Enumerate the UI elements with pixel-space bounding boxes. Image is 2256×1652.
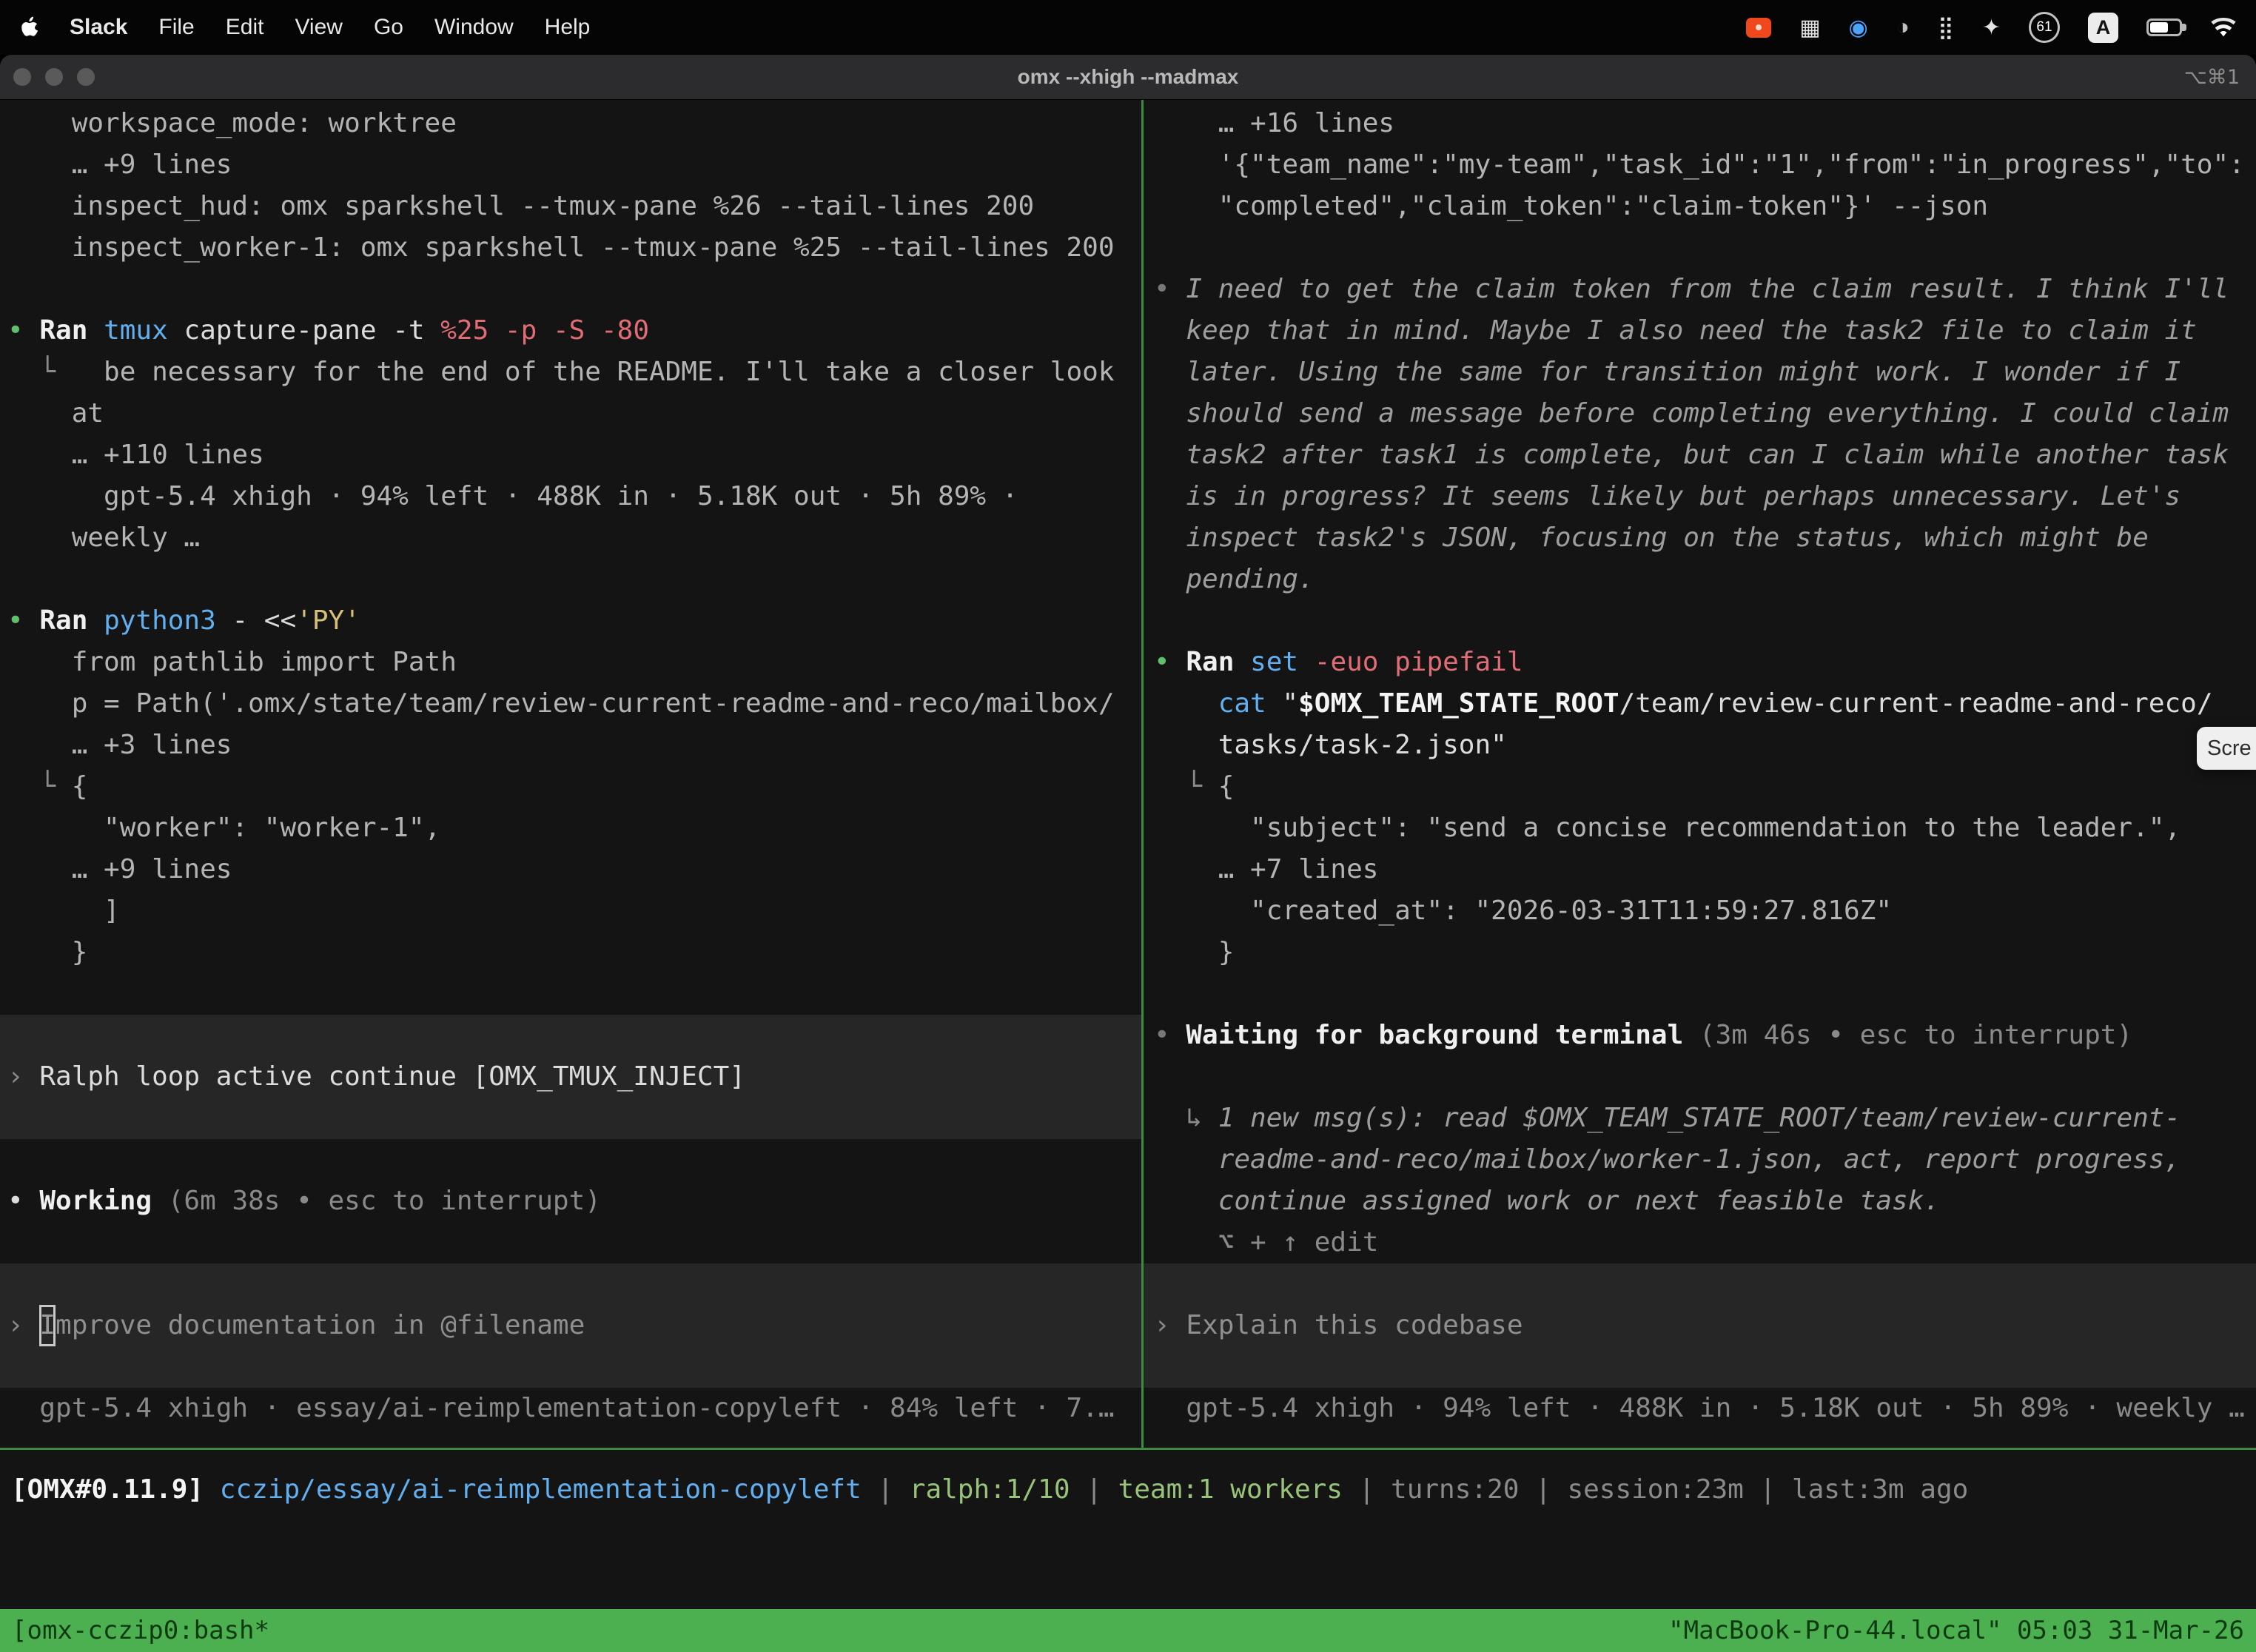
waiting-status: • Waiting for background terminal (3m 46… [1144,1015,2256,1056]
composer-input-right[interactable]: › Explain this codebase [1144,1263,2256,1388]
terminal-line: is in progress? It seems likely but perh… [1144,476,2256,517]
terminal-line: later. Using the same for transition mig… [1144,352,2256,393]
terminal-line: … +110 lines [0,434,1141,476]
command-ran-python3: • Ran python3 - <<'PY' [0,600,1141,642]
terminal-line: should send a message before completing … [1144,393,2256,434]
terminal-line: … +3 lines [0,725,1141,766]
edit-shortcut-hint: ⌥ + ↑ edit [1144,1222,2256,1263]
active-app-menu[interactable]: Slack [70,15,127,40]
blue-orb-app-icon[interactable]: ◉ [1849,15,1868,41]
tmux-panes: workspace_mode: worktree … +9 lines insp… [0,100,2256,1450]
window-titlebar[interactable]: omx --xhigh --madmax ⌥⌘1 [0,55,2256,100]
blank-line [0,1139,1141,1181]
terminal-line: … +9 lines [0,144,1141,186]
terminal-line: "subject": "send a concise recommendatio… [1144,807,2256,849]
tmux-bottom-pane[interactable]: [OMX#0.11.9] cczip/essay/ai-reimplementa… [0,1450,2256,1609]
terminal-window: omx --xhigh --madmax ⌥⌘1 workspace_mode:… [0,55,2256,1652]
terminal-line: inspect_hud: omx sparkshell --tmux-pane … [0,186,1141,227]
wifi-icon[interactable] [2210,18,2237,38]
terminal-line: } [1144,932,2256,973]
tmux-host-clock: "MacBook-Pro-44.local" 05:03 31-Mar-26 [1668,1616,2244,1645]
terminal-line: … +9 lines [0,849,1141,890]
tmux-right-pane[interactable]: … +16 lines '{"team_name":"my-team","tas… [1141,100,2256,1448]
blank-line [1144,973,2256,1015]
terminal-line: workspace_mode: worktree [0,103,1141,144]
input-source-icon[interactable]: A [2088,13,2118,43]
terminal-line: └ { [1144,766,2256,807]
terminal-line: ] [0,890,1141,932]
terminal-line: "worker": "worker-1", [0,807,1141,849]
window-shortcut-hint: ⌥⌘1 [2184,66,2240,89]
terminal-line: from pathlib import Path [0,642,1141,683]
menu-bar-status-icons: ▦ ◉ ◑ ⣿ ✦ 61 A [1746,12,2237,43]
menu-bar-left: Slack File Edit View Go Window Help [19,15,590,40]
menu-help[interactable]: Help [545,15,591,40]
dots-grid-icon[interactable]: ⣿ [1938,15,1954,41]
terminal-line: tasks/task-2.json" [1144,725,2256,766]
terminal-line: } [0,932,1141,973]
apple-icon[interactable] [19,16,38,38]
blank-line [0,559,1141,600]
blank-line [1144,600,2256,642]
command-ran-set: • Ran set -euo pipefail [1144,642,2256,683]
mailbox-hint: ↳ 1 new msg(s): read $OMX_TEAM_STATE_ROO… [1144,1098,2256,1139]
terminal-line: p = Path('.omx/state/team/review-current… [0,683,1141,725]
omx-status-line: [OMX#0.11.9] cczip/essay/ai-reimplementa… [0,1469,2256,1511]
blank-line [0,973,1141,1015]
terminal-line: … +16 lines [1144,103,2256,144]
terminal-line: at [0,393,1141,434]
menu-go[interactable]: Go [374,15,403,40]
spark-app-icon[interactable]: ✦ [1982,15,2001,41]
window-title: omx --xhigh --madmax [0,65,2256,89]
menu-file[interactable]: File [158,15,194,40]
grid-app-icon[interactable]: ▦ [1799,15,1820,41]
token-footer-right: gpt-5.4 xhigh · 94% left · 488K in · 5.1… [1144,1388,2256,1429]
token-footer-left: gpt-5.4 xhigh · essay/ai-reimplementatio… [0,1388,1141,1429]
terminal-line: keep that in mind. Maybe I also need the… [1144,310,2256,352]
blank-line [1144,1056,2256,1098]
menu-view[interactable]: View [295,15,342,40]
dark-circle-app-icon[interactable]: ◑ [1896,15,1910,40]
blank-line [0,1222,1141,1263]
menu-edit[interactable]: Edit [226,15,264,40]
terminal-line: weekly … [0,517,1141,559]
terminal-line: inspect task2's JSON, focusing on the st… [1144,517,2256,559]
blank-line [0,269,1141,310]
tmux-left-pane[interactable]: workspace_mode: worktree … +9 lines insp… [0,100,1141,1448]
terminal-line: "completed","claim_token":"claim-token"}… [1144,186,2256,227]
battery-icon[interactable] [2146,19,2182,36]
terminal-line: └ be necessary for the end of the README… [0,352,1141,393]
tmux-session-label: [omx-cczip0:bash* [12,1616,269,1645]
composer-input-left[interactable]: › Improve documentation in @filename [0,1263,1141,1388]
screen: Slack File Edit View Go Window Help ▦ ◉ … [0,0,2256,1652]
assistant-thinking: • I need to get the claim token from the… [1144,269,2256,310]
screen-notification-tooltip: Scre [2197,727,2256,770]
battery-percent-badge[interactable]: 61 [2029,12,2060,43]
macos-menu-bar: Slack File Edit View Go Window Help ▦ ◉ … [0,0,2256,55]
command-ran-tmux: • Ran tmux capture-pane -t %25 -p -S -80 [0,310,1141,352]
terminal-line: cat "$OMX_TEAM_STATE_ROOT/team/review-cu… [1144,683,2256,725]
terminal-line: task2 after task1 is complete, but can I… [1144,434,2256,476]
terminal-line: readme-and-reco/mailbox/worker-1.json, a… [1144,1139,2256,1181]
terminal-line: pending. [1144,559,2256,600]
terminal-line: └ { [0,766,1141,807]
terminal-line: "created_at": "2026-03-31T11:59:27.816Z" [1144,890,2256,932]
terminal-line: gpt-5.4 xhigh · 94% left · 488K in · 5.1… [0,476,1141,517]
tmux-status-bar: [omx-cczip0:bash* "MacBook-Pro-44.local"… [0,1609,2256,1652]
screen-recording-indicator-icon[interactable] [1746,18,1771,38]
terminal-line: inspect_worker-1: omx sparkshell --tmux-… [0,227,1141,269]
ralph-inject-row[interactable]: › Ralph loop active continue [OMX_TMUX_I… [0,1015,1141,1139]
working-status: • Working (6m 38s • esc to interrupt) [0,1181,1141,1222]
blank-line [1144,227,2256,269]
terminal-line: '{"team_name":"my-team","task_id":"1","f… [1144,144,2256,186]
menu-window[interactable]: Window [434,15,514,40]
terminal-line: continue assigned work or next feasible … [1144,1181,2256,1222]
terminal-line: … +7 lines [1144,849,2256,890]
